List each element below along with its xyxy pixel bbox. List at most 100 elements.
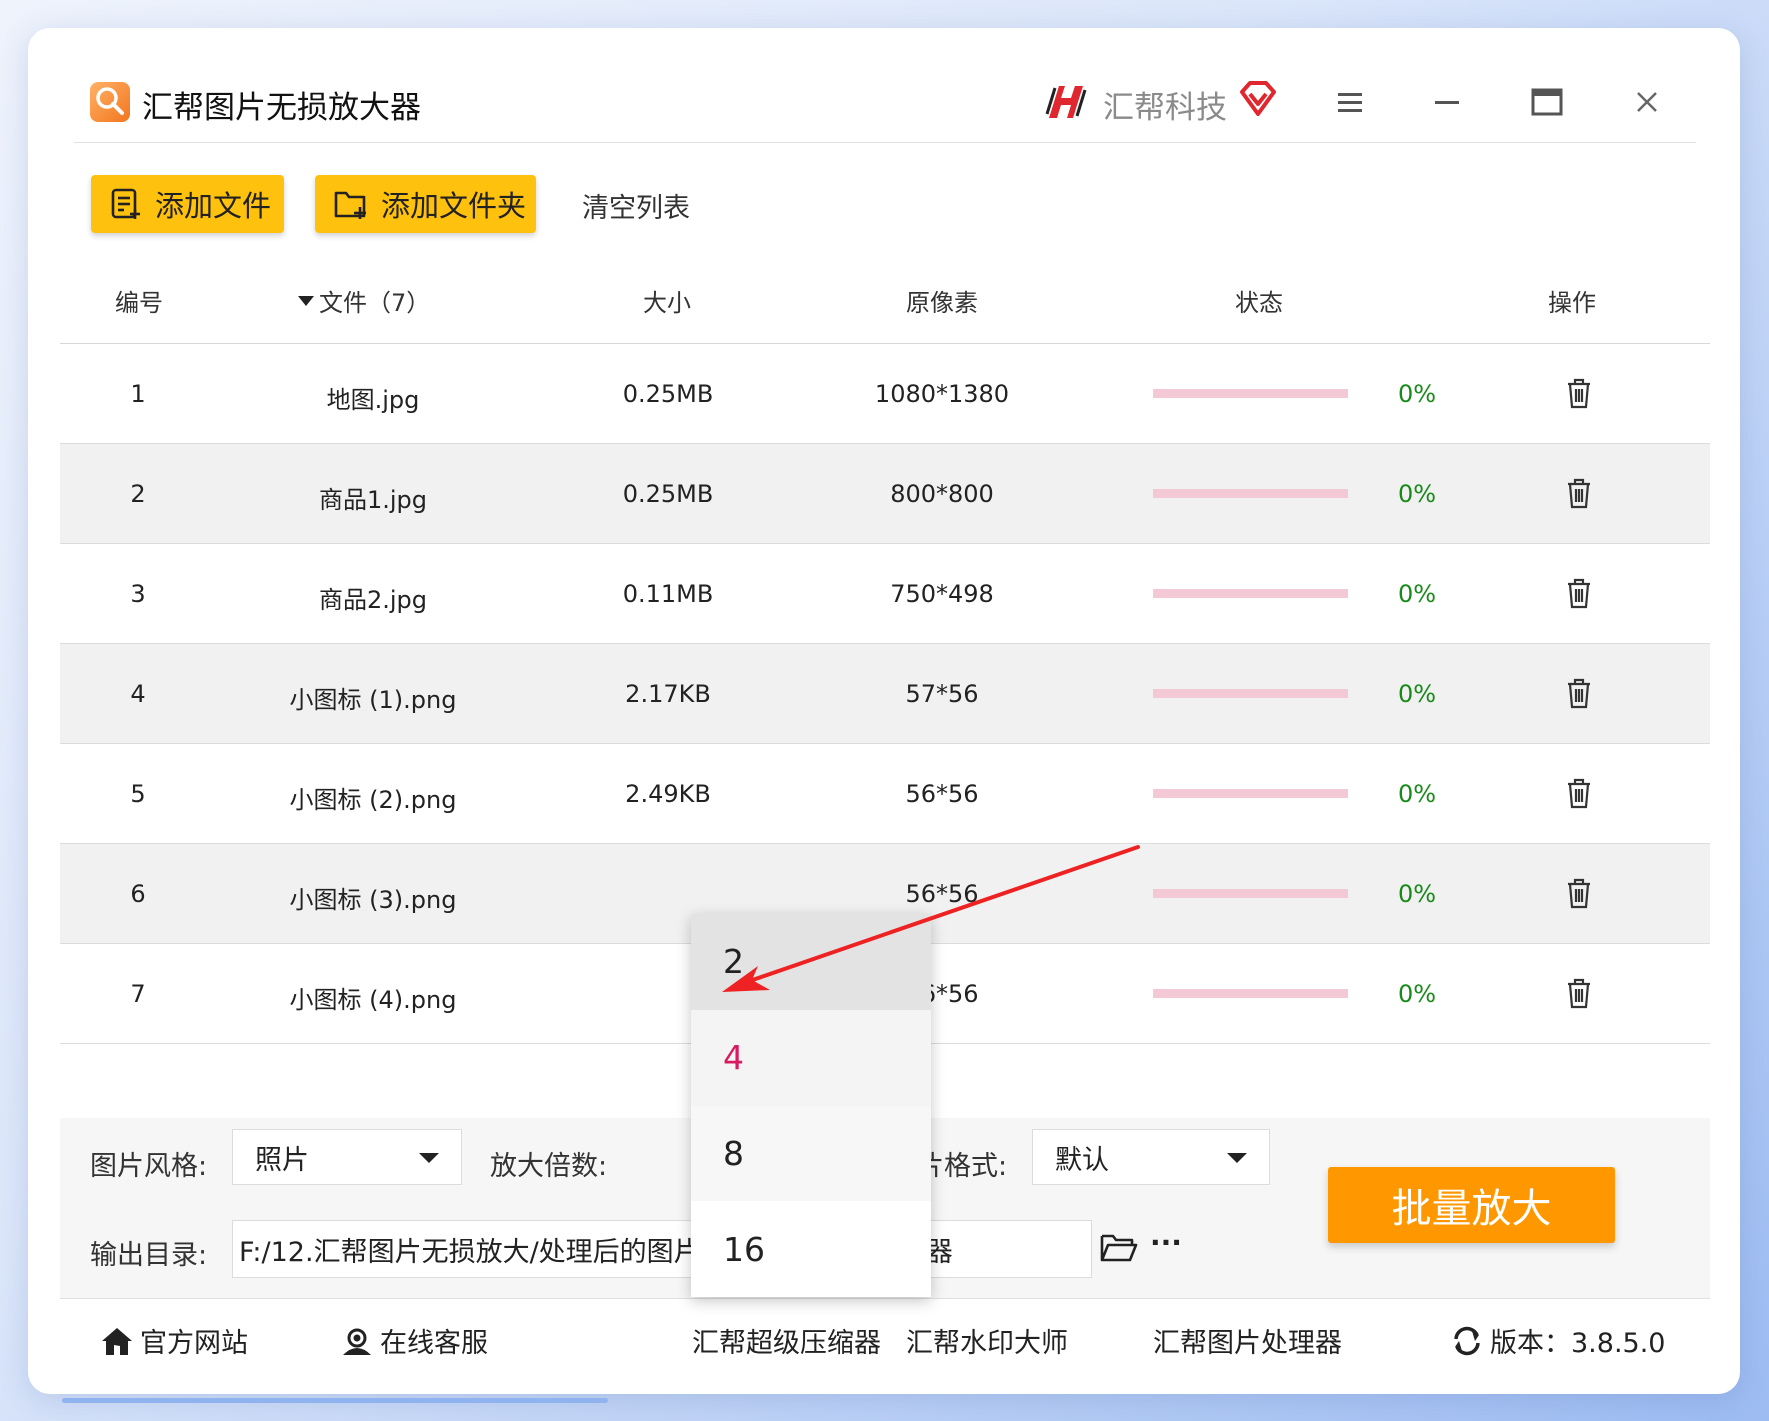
header-pixels: 原像素 bbox=[906, 289, 978, 317]
delete-icon[interactable] bbox=[1564, 577, 1594, 609]
version-info[interactable]: 版本：3.8.5.0 bbox=[1450, 1321, 1665, 1360]
more-icon[interactable]: ··· bbox=[1150, 1226, 1182, 1259]
row-filename: 小图标 (4).png bbox=[289, 986, 457, 1014]
footer-bar: 官方网站 在线客服 汇帮超级压缩器 汇帮水印大师 汇帮图片处理器 版本：3.8.… bbox=[60, 1298, 1710, 1371]
delete-icon[interactable] bbox=[1564, 677, 1594, 709]
table-row[interactable]: 3 商品2.jpg 0.11MB 750*498 0% bbox=[60, 544, 1710, 644]
header-file[interactable]: 文件（7） bbox=[297, 283, 430, 318]
add-folder-label: 添加文件夹 bbox=[381, 189, 527, 223]
row-size: 0.25MB bbox=[622, 380, 714, 408]
official-website-link[interactable]: 官方网站 bbox=[100, 1321, 248, 1360]
row-size: 0.25MB bbox=[622, 480, 714, 508]
clear-list-button[interactable]: 清空列表 bbox=[582, 186, 690, 225]
row-index: 2 bbox=[130, 480, 146, 508]
delete-icon[interactable] bbox=[1564, 477, 1594, 509]
style-select[interactable]: 照片 bbox=[232, 1129, 462, 1185]
row-progress-text: 0% bbox=[1398, 980, 1437, 1008]
row-size: 2.17KB bbox=[625, 680, 711, 708]
row-progress-text: 0% bbox=[1398, 780, 1437, 808]
progress-bar bbox=[1153, 989, 1348, 998]
chevron-down-icon bbox=[419, 1153, 439, 1163]
progress-bar bbox=[1153, 389, 1348, 398]
row-filename: 小图标 (3).png bbox=[289, 886, 457, 914]
header-size: 大小 bbox=[643, 289, 691, 317]
table-row[interactable]: 1 地图.jpg 0.25MB 1080*1380 0% bbox=[60, 344, 1710, 444]
row-filename: 小图标 (2).png bbox=[289, 786, 457, 814]
scrollbar[interactable] bbox=[62, 1398, 608, 1403]
format-select[interactable]: 默认 bbox=[1032, 1129, 1270, 1185]
version-label: 版本：3.8.5.0 bbox=[1490, 1328, 1666, 1359]
title-bar: 汇帮图片无损放大器 汇帮科技 bbox=[60, 58, 1710, 142]
row-index: 4 bbox=[130, 680, 146, 708]
row-filename: 商品2.jpg bbox=[318, 586, 428, 614]
header-file-label: 文件（7） bbox=[319, 289, 431, 317]
add-file-button[interactable]: 添加文件 bbox=[91, 175, 284, 233]
maximize-icon[interactable] bbox=[1525, 80, 1569, 124]
table-row[interactable]: 2 商品1.jpg 0.25MB 800*800 0% bbox=[60, 444, 1710, 544]
row-progress-text: 0% bbox=[1398, 580, 1437, 608]
table-row[interactable]: 5 小图标 (2).png 2.49KB 56*56 0% bbox=[60, 744, 1710, 844]
add-file-icon bbox=[111, 188, 140, 219]
row-filename: 商品1.jpg bbox=[318, 486, 428, 514]
row-filename: 小图标 (1).png bbox=[289, 686, 457, 714]
scale-option[interactable]: 16 bbox=[691, 1201, 931, 1297]
row-progress-text: 0% bbox=[1398, 480, 1437, 508]
app-title: 汇帮图片无损放大器 bbox=[142, 90, 421, 126]
progress-bar bbox=[1153, 589, 1348, 598]
online-support-link[interactable]: 在线客服 bbox=[340, 1321, 488, 1360]
app-logo-icon bbox=[90, 82, 130, 122]
watermark-link[interactable]: 汇帮水印大师 bbox=[906, 1321, 1068, 1360]
table-row[interactable]: 4 小图标 (1).png 2.17KB 57*56 0% bbox=[60, 644, 1710, 744]
row-size: 2.49KB bbox=[625, 780, 711, 808]
refresh-icon bbox=[1454, 1326, 1480, 1355]
app-window: 汇帮图片无损放大器 汇帮科技 添加文件 添加文件夹 清空列表 编号 文件（7） … bbox=[60, 58, 1710, 1371]
menu-icon[interactable] bbox=[1328, 80, 1372, 124]
row-pixels: 57*56 bbox=[905, 680, 979, 708]
delete-icon[interactable] bbox=[1564, 777, 1594, 809]
row-pixels: 1080*1380 bbox=[874, 380, 1010, 408]
style-select-value: 照片 bbox=[255, 1144, 309, 1176]
folder-open-icon[interactable] bbox=[1100, 1232, 1138, 1264]
brand-name: 汇帮科技 bbox=[1103, 90, 1227, 126]
support-headset-icon bbox=[343, 1328, 371, 1355]
row-pixels: 750*498 bbox=[890, 580, 994, 608]
row-index: 5 bbox=[130, 780, 146, 808]
table-header: 编号 文件（7） 大小 原像素 状态 操作 bbox=[60, 251, 1710, 344]
row-pixels: 56*56 bbox=[905, 780, 979, 808]
chevron-down-icon bbox=[1227, 1153, 1247, 1163]
row-pixels: 56*56 bbox=[905, 880, 979, 908]
compressor-link[interactable]: 汇帮超级压缩器 bbox=[692, 1321, 881, 1360]
row-index: 7 bbox=[130, 980, 146, 1008]
delete-icon[interactable] bbox=[1564, 977, 1594, 1009]
output-label: 输出目录: bbox=[90, 1240, 208, 1271]
row-progress-text: 0% bbox=[1398, 680, 1437, 708]
row-progress-text: 0% bbox=[1398, 380, 1437, 408]
online-support-label: 在线客服 bbox=[380, 1328, 488, 1359]
scale-dropdown-menu: 2 4 8 16 bbox=[691, 914, 931, 1297]
scale-option[interactable]: 2 bbox=[691, 914, 931, 1010]
home-icon bbox=[102, 1327, 132, 1355]
add-folder-button[interactable]: 添加文件夹 bbox=[315, 175, 536, 233]
row-progress-text: 0% bbox=[1398, 880, 1437, 908]
batch-enlarge-button[interactable]: 批量放大 bbox=[1328, 1167, 1615, 1243]
progress-bar bbox=[1153, 789, 1348, 798]
vip-diamond-icon[interactable] bbox=[1238, 80, 1278, 118]
row-size: 0.11MB bbox=[622, 580, 714, 608]
row-pixels: 800*800 bbox=[890, 480, 994, 508]
add-file-label: 添加文件 bbox=[155, 189, 272, 223]
style-label: 图片风格: bbox=[90, 1151, 208, 1182]
header-index: 编号 bbox=[115, 289, 163, 317]
scale-option[interactable]: 8 bbox=[691, 1105, 931, 1202]
output-path-field[interactable]: F:/12.汇帮图片无损放大/处理后的图片/汇帮图片无损放大器 bbox=[232, 1220, 1092, 1278]
delete-icon[interactable] bbox=[1564, 377, 1594, 409]
image-processor-link[interactable]: 汇帮图片处理器 bbox=[1153, 1321, 1342, 1360]
title-divider bbox=[74, 142, 1696, 143]
scale-option-selected[interactable]: 4 bbox=[691, 1009, 931, 1106]
close-icon[interactable] bbox=[1625, 80, 1669, 124]
scale-label: 放大倍数: bbox=[490, 1151, 608, 1182]
progress-bar bbox=[1153, 889, 1348, 898]
format-select-value: 默认 bbox=[1055, 1144, 1109, 1176]
delete-icon[interactable] bbox=[1564, 877, 1594, 909]
minimize-icon[interactable] bbox=[1425, 80, 1469, 124]
row-index: 1 bbox=[130, 380, 146, 408]
